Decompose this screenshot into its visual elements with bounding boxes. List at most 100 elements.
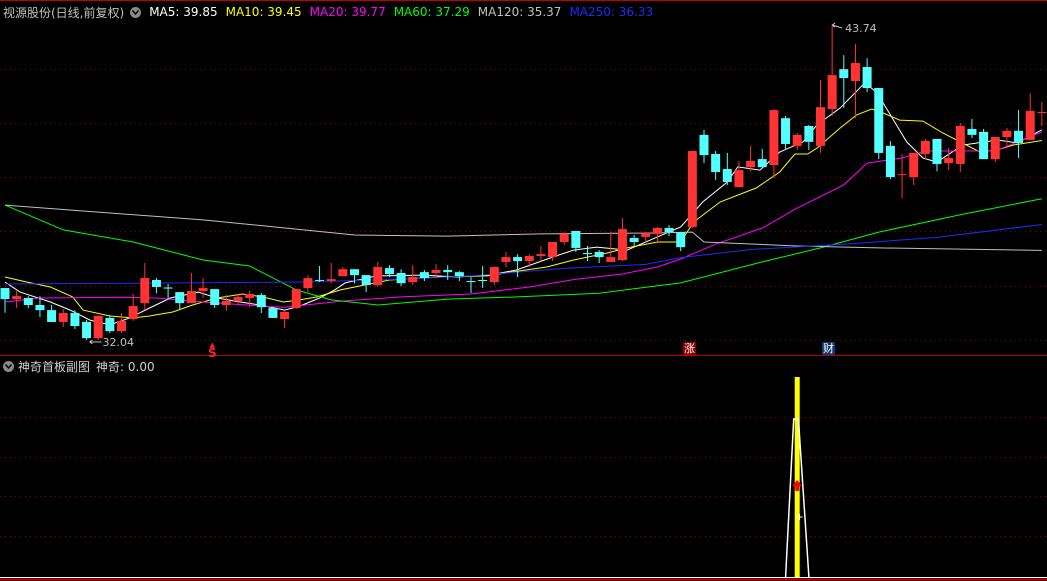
dropdown-chevron-icon[interactable] [130, 6, 142, 18]
candle-body [909, 152, 919, 178]
candle[interactable] [676, 232, 686, 252]
candle-body [664, 228, 674, 233]
candle[interactable] [151, 278, 161, 294]
candle[interactable] [361, 275, 371, 293]
candle[interactable] [419, 270, 429, 282]
candle[interactable] [769, 109, 779, 178]
candle[interactable] [839, 55, 849, 108]
candle[interactable] [536, 246, 546, 262]
candle[interactable] [920, 138, 930, 160]
candle[interactable] [932, 138, 942, 172]
kline-chart[interactable]: 43.74 32.04 [0, 0, 1047, 581]
candle-body [559, 233, 569, 243]
candle[interactable] [315, 265, 325, 283]
candle[interactable] [478, 265, 488, 289]
candle[interactable] [990, 137, 1000, 163]
candle[interactable] [23, 296, 33, 308]
candle[interactable] [117, 313, 126, 334]
candle-body [454, 272, 464, 277]
candle-body [932, 138, 942, 164]
candle[interactable] [571, 230, 581, 252]
candle-body [186, 291, 196, 304]
candle[interactable] [466, 277, 476, 294]
candle[interactable] [722, 152, 732, 185]
candle[interactable] [291, 289, 301, 310]
candle[interactable] [711, 151, 721, 181]
candle[interactable] [396, 269, 406, 287]
candle[interactable] [256, 293, 266, 314]
candle[interactable] [909, 152, 919, 185]
candle[interactable] [885, 141, 895, 180]
candle[interactable] [606, 232, 616, 262]
candle[interactable] [70, 310, 80, 329]
candle[interactable] [629, 235, 639, 247]
candle[interactable] [1002, 127, 1012, 146]
candle-body [501, 257, 511, 262]
candle[interactable] [105, 314, 115, 334]
candle[interactable] [792, 132, 802, 150]
candles[interactable] [0, 25, 1047, 340]
candle[interactable] [781, 116, 791, 150]
candle[interactable] [454, 271, 464, 282]
candle[interactable] [687, 151, 697, 229]
candle[interactable] [699, 130, 709, 164]
candle[interactable] [862, 58, 872, 93]
candle-body [245, 293, 255, 299]
candle[interactable] [186, 272, 196, 304]
candle[interactable] [1037, 102, 1047, 126]
candle-body [58, 313, 68, 322]
candle[interactable] [280, 309, 290, 328]
candle[interactable] [734, 160, 744, 188]
candle[interactable] [268, 307, 278, 318]
candle[interactable] [93, 314, 103, 340]
candle[interactable] [816, 79, 825, 153]
candle[interactable] [489, 267, 499, 286]
candle[interactable] [559, 232, 569, 245]
candle[interactable] [373, 261, 383, 287]
candle[interactable] [617, 218, 627, 262]
limit-up-marker[interactable]: 涨 [683, 342, 696, 355]
candle[interactable] [326, 263, 336, 284]
candle[interactable] [652, 226, 662, 243]
candle[interactable] [664, 225, 674, 237]
candle[interactable] [443, 265, 453, 280]
candle[interactable] [0, 288, 10, 313]
s-signal-label: S [208, 346, 217, 360]
candle[interactable] [1014, 110, 1024, 159]
candle[interactable] [210, 289, 220, 308]
candle[interactable] [175, 292, 185, 311]
sub-indicator-title[interactable]: 神奇首板副图 [18, 358, 90, 375]
candle[interactable] [140, 263, 150, 311]
candle[interactable] [746, 145, 756, 172]
candle[interactable] [501, 251, 511, 268]
candle[interactable] [804, 124, 814, 150]
chart-title[interactable]: 视源股份(日线,前复权) [3, 4, 124, 21]
high-pointer-icon [831, 22, 843, 29]
candle[interactable] [827, 25, 837, 117]
candle[interactable] [58, 309, 68, 328]
candle[interactable] [979, 128, 989, 160]
candle[interactable] [338, 267, 348, 277]
candle-body [792, 134, 802, 146]
candle[interactable] [82, 320, 92, 340]
candle-body [105, 317, 115, 332]
candle[interactable] [850, 43, 860, 119]
candle[interactable] [874, 88, 884, 160]
candle[interactable] [1025, 93, 1035, 140]
candle[interactable] [12, 291, 22, 308]
candle[interactable] [513, 254, 523, 278]
candle[interactable] [967, 118, 977, 139]
candle[interactable] [897, 153, 907, 199]
candle[interactable] [303, 275, 313, 293]
s-signal-marker[interactable]: ▲ S [207, 342, 218, 360]
dropdown-chevron-icon[interactable] [3, 360, 14, 372]
financial-report-marker[interactable]: 财 [822, 342, 835, 355]
candle[interactable] [594, 250, 604, 264]
candle[interactable] [47, 305, 57, 322]
candle[interactable] [757, 148, 767, 168]
main-header: 视源股份(日线,前复权) MA5: 39.85 MA10: 39.45 MA20: … [0, 4, 661, 20]
candle-body [816, 107, 825, 146]
candle[interactable] [524, 254, 534, 268]
candle[interactable] [955, 123, 965, 173]
ma-label-ma60: MA60: 37.29 [393, 5, 470, 19]
